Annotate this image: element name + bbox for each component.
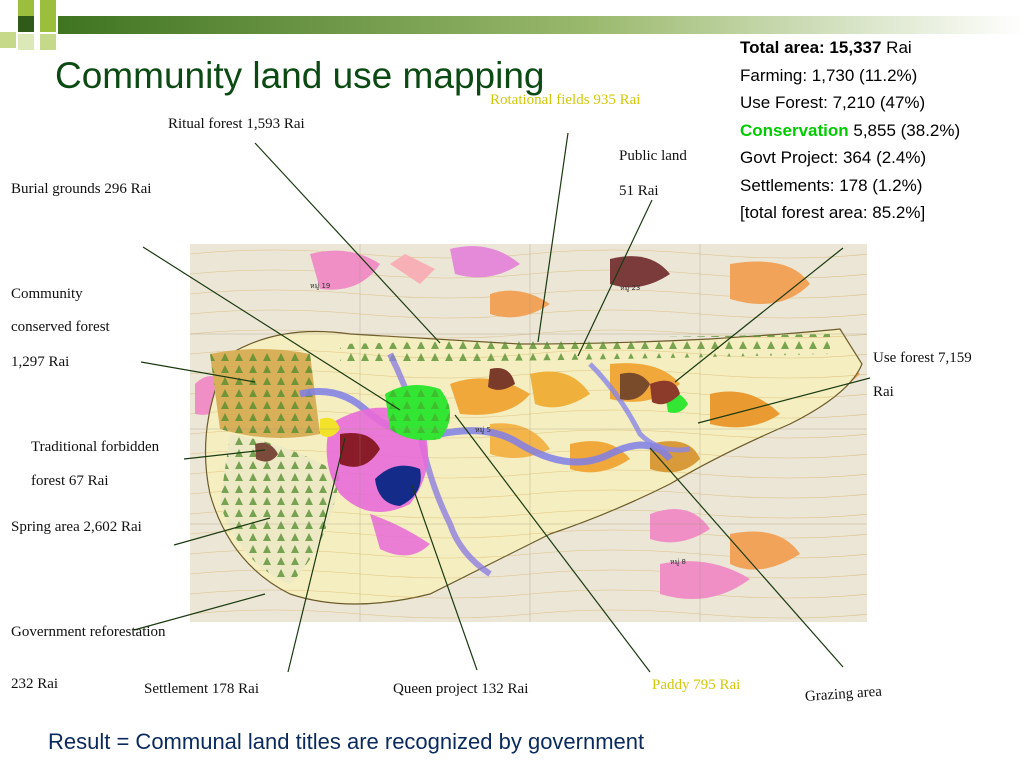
label-public-land: Public land (619, 148, 687, 164)
label-ritual-forest: Ritual forest 1,593 Rai (168, 116, 305, 132)
label-spring-area: Spring area 2,602 Rai (11, 519, 142, 535)
label-rotational-fields: Rotational fields 935 Rai (490, 92, 641, 108)
label-community-2: conserved forest (11, 319, 110, 335)
label-gov-reforestation-2: 232 Rai (11, 676, 59, 692)
label-traditional-forest-1: Traditional forbidden (31, 439, 160, 455)
label-traditional-forest-2: forest 67 Rai (31, 473, 109, 489)
label-settlement: Settlement 178 Rai (144, 681, 259, 697)
label-grazing-area: Grazing area (804, 683, 883, 705)
label-burial-grounds: Burial grounds 296 Rai (11, 181, 152, 197)
label-gov-reforestation-1: Government reforestation (11, 624, 166, 640)
label-use-forest-rai: Rai (873, 384, 894, 400)
label-use-forest: Use forest 7,159 (873, 350, 972, 366)
label-community-3: 1,297 Rai (11, 354, 70, 370)
label-queen-project: Queen project 132 Rai (393, 681, 529, 697)
label-paddy: Paddy 795 Rai (652, 677, 741, 693)
label-public-land-rai: 51 Rai (619, 183, 659, 199)
result-statement: Result = Communal land titles are recogn… (48, 729, 645, 754)
label-community-1: Community (11, 286, 83, 302)
